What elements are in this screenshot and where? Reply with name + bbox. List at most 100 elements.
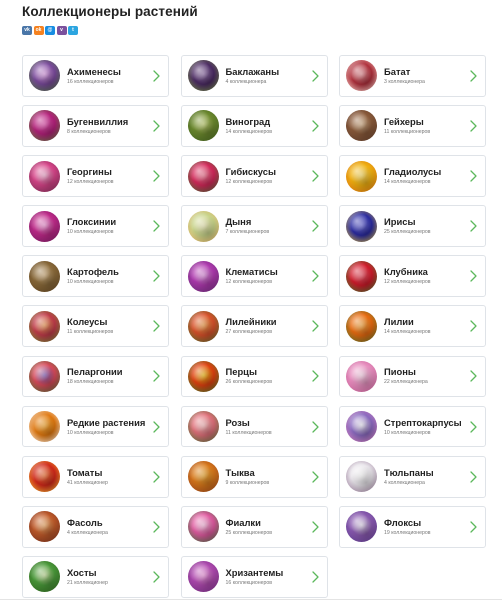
chevron-right-icon xyxy=(470,320,477,333)
collectors-count: 4 коллекционера xyxy=(384,479,425,486)
collectors-count: 4 коллекционера xyxy=(225,78,267,85)
category-text: Хосты 21 коллекционер xyxy=(67,567,108,587)
collectors-count: 10 коллекционеров xyxy=(67,229,114,236)
category-card[interactable]: Баклажаны 4 коллекционера xyxy=(180,55,328,97)
category-card[interactable]: Хосты 21 коллекционер xyxy=(22,555,169,598)
collectors-count: 16 коллекционеров xyxy=(225,579,273,586)
chevron-right-icon xyxy=(153,270,160,282)
collectors-count: 41 коллекционер xyxy=(67,479,108,486)
collectors-count: 12 коллекционеров xyxy=(225,279,273,286)
collectors-count: 10 коллекционеров xyxy=(67,429,114,436)
category-name: Стрептокарпусы xyxy=(384,416,462,428)
category-text: Стрептокарпусы 10 коллекционеров xyxy=(384,417,462,437)
category-card[interactable]: Дыня 7 коллекционеров xyxy=(180,205,328,248)
category-thumbnail xyxy=(346,60,377,92)
category-card[interactable]: Перцы 26 коллекционеров xyxy=(180,355,328,398)
category-card[interactable]: Тыква 9 коллекционеров xyxy=(180,455,328,498)
category-card[interactable]: Фиалки 25 коллекционеров xyxy=(180,505,328,548)
collectors-count: 14 коллекционеров xyxy=(384,179,431,186)
collectors-count: 12 коллекционеров xyxy=(384,279,431,286)
category-card[interactable]: Гладиолусы 14 коллекционеров xyxy=(339,155,486,197)
chevron-right-icon xyxy=(311,220,319,232)
category-name: Редкие растения xyxy=(67,416,146,428)
category-name: Томаты xyxy=(67,466,103,478)
category-text: Гибискусы 12 коллекционеров xyxy=(226,166,277,186)
category-card[interactable]: Гейхеры 11 коллекционеров xyxy=(339,105,486,147)
category-text: Редкие растения 10 коллекционеров xyxy=(67,417,145,437)
category-card[interactable]: Гибискусы 12 коллекционеров xyxy=(180,155,328,197)
category-thumbnail xyxy=(187,561,219,593)
odnoklassniki-share-icon[interactable]: ok xyxy=(33,26,44,35)
category-thumbnail xyxy=(187,511,219,543)
category-name: Лилии xyxy=(384,316,414,328)
chevron-right-icon xyxy=(153,170,160,182)
category-text: Бугенвиллия 8 коллекционеров xyxy=(67,116,128,136)
category-card[interactable]: Колеусы 11 коллекционеров xyxy=(22,305,169,348)
category-card[interactable]: Клубника 12 коллекционеров xyxy=(339,255,486,298)
category-text: Перцы 26 коллекционеров xyxy=(226,366,273,386)
category-card[interactable]: Тюльпаны 4 коллекционера xyxy=(339,455,486,498)
category-card[interactable]: Стрептокарпусы 10 коллекционеров xyxy=(339,405,486,448)
collectors-count: 12 коллекционеров xyxy=(67,179,114,186)
category-card[interactable]: Лилии 14 коллекционеров xyxy=(339,305,486,348)
category-thumbnail xyxy=(187,260,219,292)
category-text: Фасоль 4 коллекционера xyxy=(67,517,108,537)
category-text: Ахименесы 16 коллекционеров xyxy=(67,66,121,86)
collectors-count: 11 коллекционеров xyxy=(67,329,114,336)
telegram-share-icon[interactable]: t xyxy=(68,26,78,35)
category-thumbnail xyxy=(346,210,377,242)
category-name: Гейхеры xyxy=(384,115,424,127)
category-card[interactable]: Пеларгонии 18 коллекционеров xyxy=(22,355,169,398)
chevron-right-icon xyxy=(153,470,160,483)
category-card[interactable]: Георгины 12 коллекционеров xyxy=(22,155,169,197)
category-card[interactable]: Лилейники 27 коллекционеров xyxy=(180,305,328,348)
category-name: Георгины xyxy=(67,166,112,178)
collectors-count: 8 коллекционеров xyxy=(67,128,111,135)
category-card[interactable]: Флоксы 19 коллекционеров xyxy=(339,505,486,548)
category-thumbnail xyxy=(29,160,60,192)
viber-share-icon[interactable]: v xyxy=(56,26,67,35)
chevron-right-icon xyxy=(311,420,319,433)
category-name: Ирисы xyxy=(384,216,416,228)
category-thumbnail xyxy=(29,360,60,392)
category-card[interactable]: Клематисы 12 коллекционеров xyxy=(180,255,328,298)
category-text: Виноград 14 коллекционеров xyxy=(226,116,273,136)
category-card[interactable]: Ирисы 25 коллекционеров xyxy=(339,205,486,248)
moimir-share-icon[interactable]: @ xyxy=(45,26,55,35)
category-card[interactable]: Фасоль 4 коллекционера xyxy=(22,505,169,548)
category-card[interactable]: Хризантемы 16 коллекционеров xyxy=(180,555,328,598)
chevron-right-icon xyxy=(311,571,319,583)
category-name: Пеларгонии xyxy=(67,366,123,378)
chevron-right-icon xyxy=(153,70,160,82)
collectors-count: 9 коллекционеров xyxy=(225,479,270,486)
collectors-count: 22 коллекционера xyxy=(384,379,428,386)
category-card[interactable]: Розы 11 коллекционеров xyxy=(180,405,328,448)
category-name: Дыня xyxy=(225,216,252,228)
collectors-count: 18 коллекционеров xyxy=(67,379,114,386)
category-text: Ирисы 25 коллекционеров xyxy=(384,216,431,236)
category-card[interactable]: Пионы 22 коллекционера xyxy=(339,355,486,398)
category-text: Колеусы 11 коллекционеров xyxy=(67,316,113,336)
category-card[interactable]: Томаты 41 коллекционер xyxy=(22,455,169,498)
category-card[interactable]: Бугенвиллия 8 коллекционеров xyxy=(22,105,169,147)
category-thumbnail xyxy=(187,110,219,142)
chevron-right-icon xyxy=(311,320,319,333)
category-name: Виноград xyxy=(225,115,271,127)
category-thumbnail xyxy=(187,210,219,242)
vk-share-icon[interactable]: vk xyxy=(22,26,32,35)
category-text: Глоксинии 10 коллекционеров xyxy=(67,216,116,236)
collectors-count: 25 коллекционеров xyxy=(225,529,273,536)
category-card[interactable]: Батат 3 коллекционера xyxy=(339,55,486,97)
category-card[interactable]: Картофель 10 коллекционеров xyxy=(22,255,169,298)
category-text: Баклажаны 4 коллекционера xyxy=(226,66,280,86)
category-text: Гладиолусы 14 коллекционеров xyxy=(384,166,441,186)
chevron-right-icon xyxy=(470,420,477,433)
collectors-count: 10 коллекционеров xyxy=(67,279,114,286)
category-card[interactable]: Ахименесы 16 коллекционеров xyxy=(22,55,169,97)
category-card[interactable]: Глоксинии 10 коллекционеров xyxy=(22,205,169,248)
category-name: Ахименесы xyxy=(67,65,121,77)
category-card[interactable]: Виноград 14 коллекционеров xyxy=(180,105,328,147)
category-card[interactable]: Редкие растения 10 коллекционеров xyxy=(22,405,169,448)
category-name: Колеусы xyxy=(67,316,108,328)
category-name: Баклажаны xyxy=(225,65,280,77)
